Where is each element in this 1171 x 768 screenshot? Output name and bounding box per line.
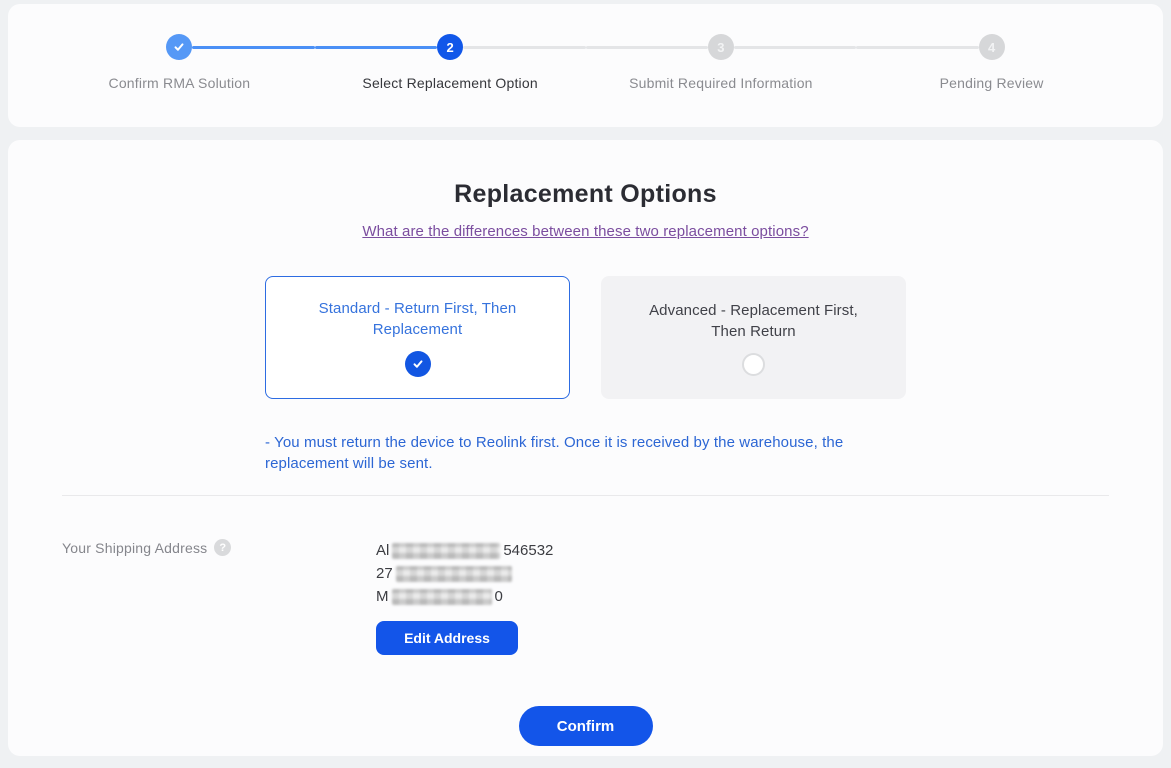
address-text: 27 bbox=[376, 565, 393, 582]
option-note: - You must return the device to Reolink … bbox=[265, 432, 906, 474]
connector-segment bbox=[1005, 46, 1127, 49]
confirm-button[interactable]: Confirm bbox=[519, 706, 653, 746]
stepper-card: Confirm RMA Solution 2 Select Replacemen… bbox=[8, 4, 1163, 127]
option-label: Advanced - Replacement First, Then Retur… bbox=[631, 300, 876, 342]
redacted-text bbox=[392, 543, 500, 559]
connector-segment bbox=[856, 46, 978, 49]
address-text: Al bbox=[376, 542, 389, 559]
address-line: 27 bbox=[376, 562, 553, 585]
shipping-section: Your Shipping Address ? Al 546532 27 M 0… bbox=[62, 539, 1109, 655]
step-done-circle bbox=[166, 34, 192, 60]
confirm-wrap: Confirm bbox=[62, 706, 1109, 746]
address-line: Al 546532 bbox=[376, 539, 553, 562]
main-card: Replacement Options What are the differe… bbox=[8, 140, 1163, 756]
step-track: 2 bbox=[315, 34, 586, 60]
address-text: 546532 bbox=[503, 542, 553, 559]
connector-segment bbox=[463, 46, 585, 49]
redacted-text bbox=[396, 566, 512, 582]
connector-segment bbox=[192, 46, 314, 49]
connector-segment bbox=[734, 46, 856, 49]
edit-address-button[interactable]: Edit Address bbox=[376, 621, 518, 655]
connector-segment bbox=[315, 46, 437, 49]
step-label: Submit Required Information bbox=[629, 73, 813, 93]
step-pending-review: 4 Pending Review bbox=[856, 34, 1127, 93]
check-icon bbox=[405, 351, 431, 377]
shipping-label-cell: Your Shipping Address ? bbox=[62, 539, 376, 655]
step-number-circle: 4 bbox=[979, 34, 1005, 60]
step-number-circle: 3 bbox=[708, 34, 734, 60]
progress-stepper: Confirm RMA Solution 2 Select Replacemen… bbox=[44, 34, 1127, 93]
option-standard-return-first[interactable]: Standard - Return First, Then Replacemen… bbox=[265, 276, 570, 399]
address-text: 0 bbox=[495, 588, 503, 605]
step-track: 3 bbox=[586, 34, 857, 60]
address-text: M bbox=[376, 588, 389, 605]
step-select-replacement-option: 2 Select Replacement Option bbox=[315, 34, 586, 93]
page-title: Replacement Options bbox=[62, 180, 1109, 209]
step-label: Select Replacement Option bbox=[362, 73, 537, 93]
question-icon[interactable]: ? bbox=[214, 539, 231, 556]
step-track bbox=[44, 34, 315, 60]
redacted-text bbox=[392, 589, 492, 605]
replacement-options-group: Standard - Return First, Then Replacemen… bbox=[62, 276, 1109, 399]
step-track: 4 bbox=[856, 34, 1127, 60]
step-number-circle: 2 bbox=[437, 34, 463, 60]
option-label: Standard - Return First, Then Replacemen… bbox=[296, 298, 539, 340]
shipping-address-label: Your Shipping Address bbox=[62, 539, 207, 557]
section-divider bbox=[62, 495, 1109, 496]
help-link-wrap: What are the differences between these t… bbox=[62, 223, 1109, 241]
connector-segment bbox=[44, 46, 166, 49]
check-icon bbox=[172, 40, 186, 54]
connector-segment bbox=[586, 46, 708, 49]
step-label: Pending Review bbox=[940, 73, 1044, 93]
option-advanced-replacement-first[interactable]: Advanced - Replacement First, Then Retur… bbox=[601, 276, 906, 399]
step-label: Confirm RMA Solution bbox=[109, 73, 251, 93]
step-submit-required-information: 3 Submit Required Information bbox=[586, 34, 857, 93]
radio-empty-icon bbox=[742, 353, 765, 376]
replacement-differences-link[interactable]: What are the differences between these t… bbox=[362, 223, 808, 240]
address-line: M 0 bbox=[376, 585, 553, 608]
shipping-address-block: Al 546532 27 M 0 Edit Address bbox=[376, 539, 553, 655]
step-confirm-rma-solution: Confirm RMA Solution bbox=[44, 34, 315, 93]
